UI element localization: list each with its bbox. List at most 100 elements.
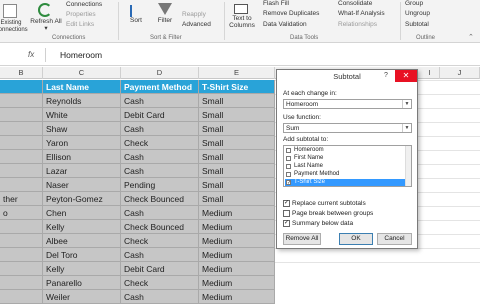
table-cell[interactable]: Kelly <box>43 262 121 276</box>
checkbox-icon[interactable]: ✓ <box>283 220 290 227</box>
table-cell[interactable] <box>0 262 43 276</box>
relationships-button[interactable]: Relationships <box>338 21 377 28</box>
text-to-columns-button[interactable]: Text to Columns <box>226 15 258 29</box>
table-cell[interactable]: Kelly <box>43 220 121 234</box>
column-header[interactable]: D <box>121 67 199 79</box>
flash-fill-button[interactable]: Flash Fill <box>263 0 289 7</box>
properties-button[interactable]: Properties <box>66 11 96 18</box>
table-cell[interactable]: Panarello <box>43 276 121 290</box>
table-cell[interactable]: Pending <box>121 178 199 192</box>
checkbox-icon[interactable]: ✓ <box>283 200 290 207</box>
table-cell[interactable]: Small <box>199 136 275 150</box>
checkbox-icon[interactable] <box>286 156 291 161</box>
list-scrollbar[interactable] <box>405 146 411 186</box>
table-cell[interactable]: Reynolds <box>43 94 121 108</box>
table-cell[interactable]: Medium <box>199 276 275 290</box>
table-cell[interactable]: Cash <box>121 94 199 108</box>
table-cell[interactable]: Debit Card <box>121 262 199 276</box>
ungroup-button[interactable]: Ungroup <box>405 10 430 17</box>
edit-links-button[interactable]: Edit Links <box>66 21 94 28</box>
reapply-button[interactable]: Reapply <box>182 11 206 18</box>
table-cell[interactable]: White <box>43 108 121 122</box>
help-button[interactable]: ? <box>384 72 388 79</box>
connections-button[interactable]: Connections <box>66 1 102 8</box>
table-cell[interactable]: Check <box>121 276 199 290</box>
column-header[interactable]: J <box>440 67 480 79</box>
table-cell[interactable]: Check <box>121 234 199 248</box>
table-cell[interactable]: Ellison <box>43 150 121 164</box>
filter-button[interactable]: Filter <box>152 17 178 24</box>
table-cell[interactable]: Check Bounced <box>121 220 199 234</box>
header-cell[interactable]: Last Name <box>43 80 121 94</box>
table-cell[interactable]: Debit Card <box>121 108 199 122</box>
fx-icon[interactable]: fx <box>28 50 34 59</box>
table-cell[interactable] <box>0 136 43 150</box>
table-cell[interactable]: Shaw <box>43 122 121 136</box>
list-item[interactable]: Last Name <box>285 163 405 170</box>
ok-button[interactable]: OK <box>339 233 373 245</box>
table-cell[interactable]: Medium <box>199 290 275 304</box>
consolidate-button[interactable]: Consolidate <box>338 0 372 7</box>
remove-all-button[interactable]: Remove All <box>283 233 321 245</box>
replace-subtotals-checkbox[interactable]: ✓ Replace current subtotals <box>283 200 366 207</box>
header-cell[interactable] <box>0 80 43 94</box>
group-button[interactable]: Group <box>405 0 423 7</box>
list-item[interactable]: Payment Method <box>285 171 405 178</box>
checkbox-icon[interactable] <box>283 210 290 217</box>
table-cell[interactable] <box>0 276 43 290</box>
table-cell[interactable]: Cash <box>121 122 199 136</box>
table-cell[interactable]: Small <box>199 150 275 164</box>
column-header[interactable]: E <box>199 67 275 79</box>
table-cell[interactable]: Cash <box>121 290 199 304</box>
refresh-icon[interactable] <box>38 3 52 17</box>
refresh-all-button[interactable]: Refresh All ▾ <box>30 18 62 32</box>
checkbox-icon[interactable] <box>286 148 291 153</box>
filter-icon[interactable] <box>158 3 172 15</box>
collapse-ribbon-icon[interactable]: ⌃ <box>468 33 474 41</box>
table-cell[interactable] <box>0 220 43 234</box>
summary-below-checkbox[interactable]: ✓ Summary below data <box>283 220 353 227</box>
list-item[interactable]: ✓ T-Shirt Size <box>285 179 405 186</box>
table-cell[interactable]: Del Toro <box>43 248 121 262</box>
table-cell[interactable]: Medium <box>199 234 275 248</box>
table-cell[interactable]: Small <box>199 164 275 178</box>
table-cell[interactable]: Small <box>199 192 275 206</box>
table-cell[interactable]: Yaron <box>43 136 121 150</box>
function-select[interactable]: Sum ▼ <box>283 123 412 133</box>
table-cell[interactable] <box>0 108 43 122</box>
table-cell[interactable]: Check <box>121 136 199 150</box>
table-cell[interactable]: Small <box>199 94 275 108</box>
table-cell[interactable] <box>0 150 43 164</box>
table-cell[interactable] <box>0 94 43 108</box>
close-button[interactable]: ✕ <box>395 70 417 82</box>
table-cell[interactable]: Medium <box>199 262 275 276</box>
existing-connections-icon[interactable] <box>3 4 17 18</box>
table-cell[interactable]: Lazar <box>43 164 121 178</box>
table-cell[interactable]: Peyton-Gomez <box>43 192 121 206</box>
what-if-analysis-button[interactable]: What-If Analysis <box>338 10 385 17</box>
header-cell[interactable]: T-Shirt Size <box>199 80 275 94</box>
table-cell[interactable]: Cash <box>121 164 199 178</box>
add-subtotal-list[interactable]: Homeroom First Name Last Name Payment Me… <box>283 145 412 187</box>
column-header[interactable]: I <box>420 67 440 79</box>
sort-button[interactable]: Sort <box>124 17 148 24</box>
column-header[interactable]: B <box>0 67 43 79</box>
table-cell[interactable]: Check Bounced <box>121 192 199 206</box>
sort-icon[interactable] <box>130 5 140 17</box>
table-cell[interactable] <box>0 122 43 136</box>
table-cell[interactable]: Small <box>199 122 275 136</box>
table-cell[interactable]: Medium <box>199 206 275 220</box>
data-validation-button[interactable]: Data Validation <box>263 21 307 28</box>
text-to-columns-icon[interactable] <box>234 4 248 14</box>
table-cell[interactable]: Cash <box>121 206 199 220</box>
table-cell[interactable]: o <box>0 206 43 220</box>
table-cell[interactable] <box>0 248 43 262</box>
table-cell[interactable]: Medium <box>199 220 275 234</box>
table-cell[interactable]: Naser <box>43 178 121 192</box>
table-cell[interactable] <box>0 234 43 248</box>
subtotal-button[interactable]: Subtotal <box>405 21 429 28</box>
table-cell[interactable]: Cash <box>121 248 199 262</box>
page-break-checkbox[interactable]: Page break between groups <box>283 210 373 217</box>
advanced-button[interactable]: Advanced <box>182 21 211 28</box>
table-cell[interactable]: Small <box>199 108 275 122</box>
